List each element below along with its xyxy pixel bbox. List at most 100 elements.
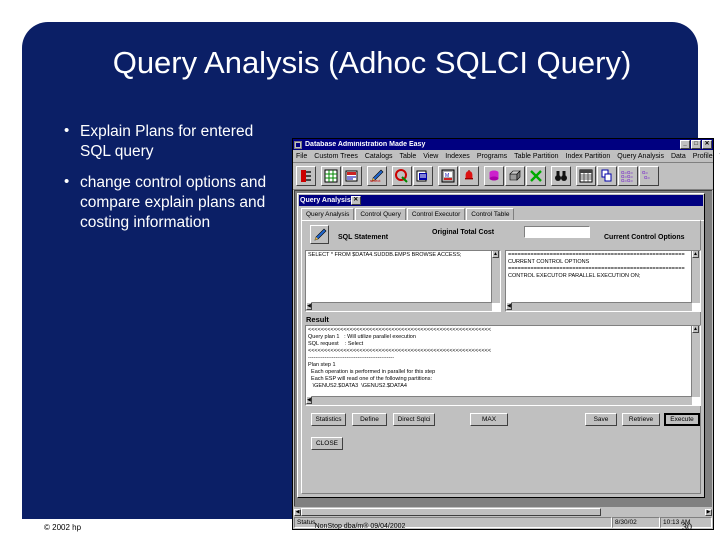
execute-button[interactable]: Execute: [664, 413, 700, 426]
menu-item-table[interactable]: Table: [400, 153, 417, 160]
result-horizontal-scrollbar[interactable]: ◀: [306, 396, 692, 405]
control-options-line: ========================================…: [508, 266, 685, 272]
current-control-options-label: Current Control Options: [604, 234, 685, 241]
query-analysis-window: Query Analysis ✕ Query Analysis Control …: [297, 193, 705, 498]
svg-text:select: select: [370, 178, 381, 183]
toolbar-group: M: [438, 166, 479, 186]
menu-item-file[interactable]: File: [296, 153, 307, 160]
index-card-icon[interactable]: [342, 166, 362, 186]
result-label: Result: [306, 315, 329, 324]
footer-page-number: 30: [681, 522, 692, 532]
menu-item-data[interactable]: Data: [671, 153, 686, 160]
menu-item-view[interactable]: View: [423, 153, 438, 160]
sql-horizontal-scrollbar[interactable]: ◀: [306, 302, 492, 311]
sql-statement-text: SELECT * FROM $DATA4.SUDDB.EMPS BROWSE A…: [308, 252, 462, 258]
bullet-text: change control options and compare expla…: [80, 174, 267, 231]
bullet-text: Explain Plans for entered SQL query: [80, 123, 254, 160]
binoculars-find-icon[interactable]: [551, 166, 571, 186]
maximize-icon[interactable]: □: [691, 140, 701, 149]
measure-icon[interactable]: M: [438, 166, 458, 186]
panel-header-row: SQL Statement Original Total Cost Curren…: [302, 221, 700, 249]
menu-item-profile[interactable]: Profile: [693, 153, 713, 160]
result-line: <<<<<<<<<<<<<<<<<<<<<<<<<<<<<<<<<<<<<<<<…: [308, 327, 492, 333]
control-options-horizontal-scrollbar[interactable]: ◀: [506, 302, 692, 311]
menu-item-custom-trees[interactable]: Custom Trees: [314, 153, 358, 160]
retrieve-button[interactable]: Retrieve: [622, 413, 660, 426]
menu-item-indexes[interactable]: Indexes: [445, 153, 470, 160]
result-line: Each ESP will read one of the following …: [308, 376, 433, 382]
define-button[interactable]: Define: [352, 413, 387, 426]
svg-text:G=: G=: [644, 175, 650, 180]
toolbar-group: [551, 166, 571, 186]
bullet-marker: •: [64, 173, 70, 190]
menu-item-programs[interactable]: Programs: [477, 153, 507, 160]
max-button[interactable]: MAX: [470, 413, 508, 426]
tab-query-analysis[interactable]: Query Analysis: [301, 208, 355, 220]
summary-list-icon[interactable]: G= G=: [639, 166, 659, 186]
save-button[interactable]: Save: [585, 413, 617, 426]
database-cylinder-icon[interactable]: [484, 166, 504, 186]
page-title: Query Analysis (Adhoc SQLCI Query): [112, 45, 632, 80]
tab-control-query[interactable]: Control Query: [355, 208, 406, 220]
slide-background: Query Analysis (Adhoc SQLCI Query) • Exp…: [22, 22, 720, 530]
result-line: <<<<<<<<<<<<<<<<<<<<<<<<<<<<<<<<<<<<<<<<…: [308, 348, 492, 354]
delete-x-icon[interactable]: [526, 166, 546, 186]
result-vertical-scrollbar[interactable]: ▲: [691, 326, 700, 397]
close-icon[interactable]: ✕: [702, 140, 712, 149]
app-toolbar: select M G=G= G=G= G=G= G= G=: [293, 163, 713, 190]
scrollbar-thumb[interactable]: [301, 508, 601, 516]
app-title: Database Administration Made Easy: [305, 141, 426, 148]
toolbar-group: [321, 166, 362, 186]
programs-icon[interactable]: [413, 166, 433, 186]
red-book-icon[interactable]: [296, 166, 316, 186]
scroll-up-icon[interactable]: ▲: [692, 326, 699, 333]
scroll-up-icon[interactable]: ▲: [492, 251, 499, 258]
original-total-cost-input[interactable]: [524, 226, 590, 238]
query-q-icon[interactable]: [392, 166, 412, 186]
footer-product: NonStop dba/m® 09/04/2002: [314, 523, 406, 530]
scroll-left-icon[interactable]: ◀: [506, 302, 512, 310]
table-grid-icon[interactable]: [321, 166, 341, 186]
copy-pages-icon[interactable]: [597, 166, 617, 186]
sql-vertical-scrollbar[interactable]: ▲: [491, 251, 500, 303]
scroll-up-icon[interactable]: ▲: [692, 251, 699, 258]
control-options-vertical-scrollbar[interactable]: ▲: [691, 251, 700, 303]
spreadsheet-icon[interactable]: [576, 166, 596, 186]
bullet-list: • Explain Plans for entered SQL query • …: [58, 122, 268, 244]
compare-lists-icon[interactable]: G=G= G=G= G=G=: [618, 166, 638, 186]
disk-drive-icon[interactable]: [505, 166, 525, 186]
list-item: • change control options and compare exp…: [58, 173, 268, 233]
menu-item-catalogs[interactable]: Catalogs: [365, 153, 393, 160]
direct-sqlci-button[interactable]: Direct Sqlci: [393, 413, 435, 426]
statistics-button[interactable]: Statistics: [311, 413, 346, 426]
sql-statement-textarea[interactable]: SELECT * FROM $DATA4.SUDDB.EMPS BROWSE A…: [305, 250, 501, 312]
minimize-icon[interactable]: _: [680, 140, 690, 149]
svg-text:G=G=: G=G=: [621, 178, 633, 183]
result-line: Query plan 1 : Will utilize parallel exe…: [308, 334, 416, 340]
tab-control-executor[interactable]: Control Executor: [406, 208, 466, 220]
pencil-select-icon[interactable]: select: [367, 166, 387, 186]
control-options-textarea[interactable]: ========================================…: [505, 250, 701, 312]
close-icon[interactable]: ✕: [350, 196, 361, 205]
scroll-left-icon[interactable]: ◀: [294, 508, 301, 516]
pencil-select-icon[interactable]: [310, 225, 329, 244]
app-icon: [294, 140, 302, 149]
result-line: SQL request : Select: [308, 341, 364, 347]
menu-item-table-partition[interactable]: Table Partition: [514, 153, 558, 160]
alarm-bell-icon[interactable]: [459, 166, 479, 186]
slide: Query Analysis (Adhoc SQLCI Query) • Exp…: [0, 0, 720, 540]
result-line: Plan step 1: [308, 362, 336, 368]
scroll-left-icon[interactable]: ◀: [306, 302, 312, 310]
menu-item-query-analysis[interactable]: Query Analysis: [617, 153, 664, 160]
tab-control-table[interactable]: Control Table: [466, 208, 515, 220]
workspace-horizontal-scrollbar[interactable]: ◀ ▶: [294, 506, 712, 517]
result-line: ----------------------------------------…: [308, 355, 395, 361]
original-total-cost-label: Original Total Cost: [432, 229, 495, 236]
close-button[interactable]: CLOSE: [311, 437, 343, 450]
result-textarea[interactable]: <<<<<<<<<<<<<<<<<<<<<<<<<<<<<<<<<<<<<<<<…: [305, 325, 701, 406]
list-item: • Explain Plans for entered SQL query: [58, 122, 268, 162]
scroll-right-icon[interactable]: ▶: [705, 508, 712, 516]
sql-statement-label: SQL Statement: [338, 234, 389, 241]
scroll-left-icon[interactable]: ◀: [306, 396, 312, 404]
menu-item-index-partition[interactable]: Index Partition: [566, 153, 611, 160]
